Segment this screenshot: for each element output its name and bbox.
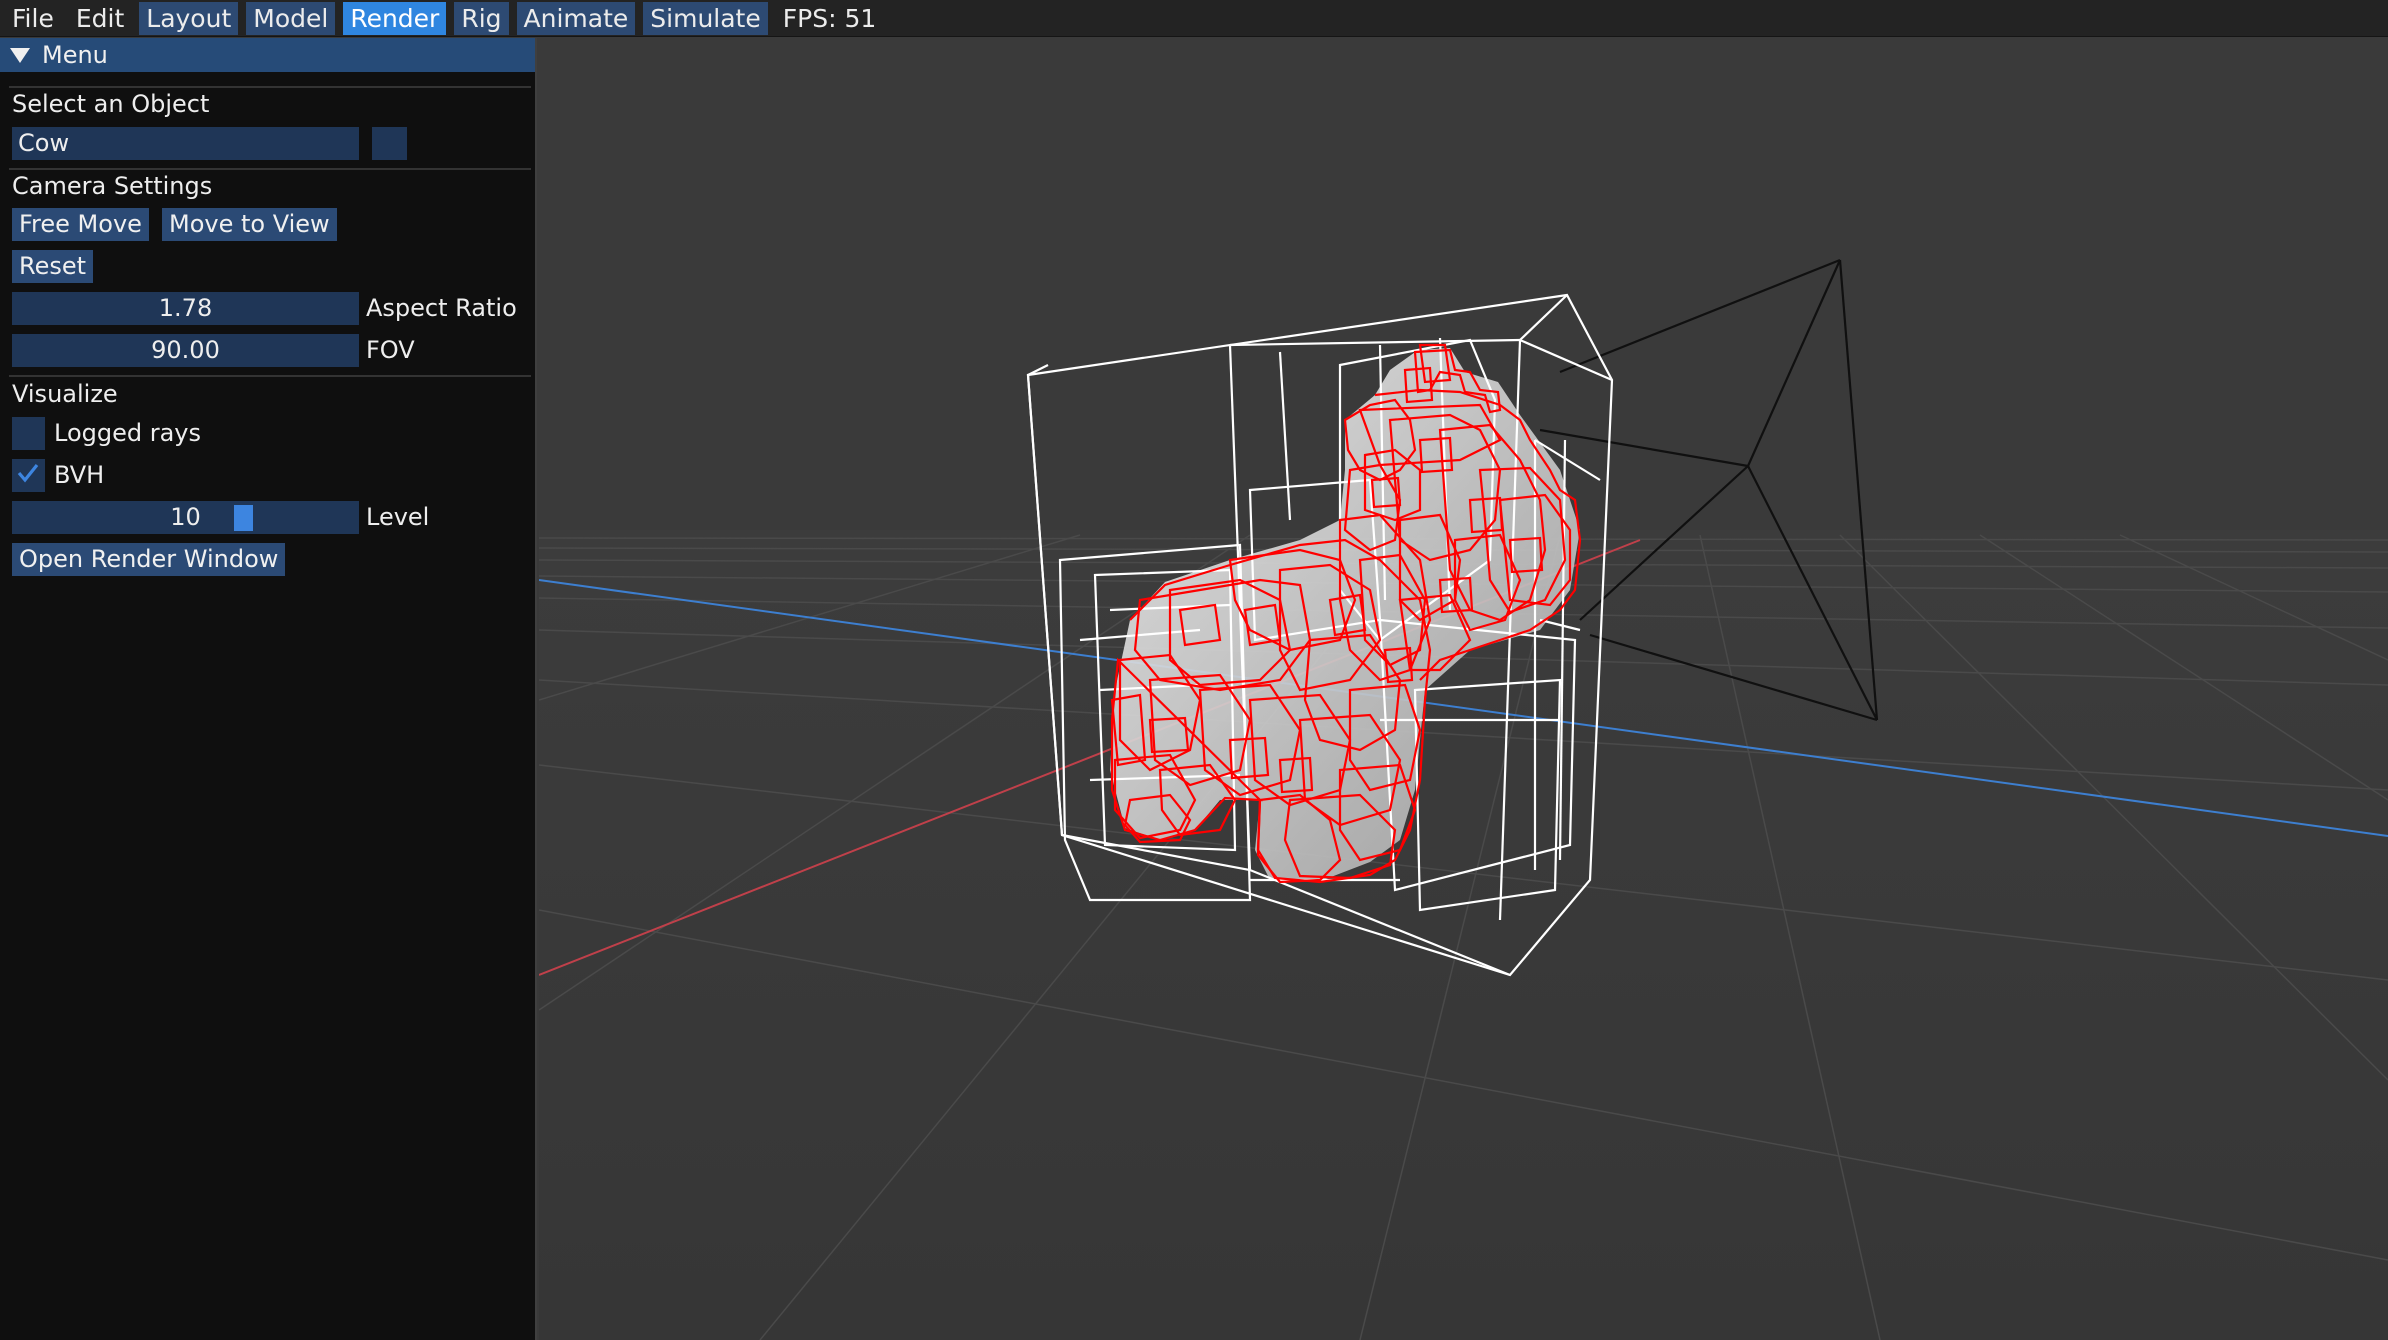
checkmark-icon xyxy=(17,464,39,483)
3d-viewport[interactable] xyxy=(539,38,2388,1340)
aspect-ratio-label: Aspect Ratio xyxy=(366,294,517,322)
mode-tab-animate[interactable]: Animate xyxy=(516,1,636,35)
bvh-checkbox[interactable] xyxy=(12,459,45,492)
bvh-level-slider[interactable]: 10 xyxy=(12,501,359,534)
mode-tab-simulate[interactable]: Simulate xyxy=(643,1,768,35)
divider xyxy=(9,168,531,170)
slider-grab-handle[interactable] xyxy=(233,505,253,531)
fps-counter: FPS: 51 xyxy=(782,3,877,33)
panel-title: Menu xyxy=(42,41,108,69)
mode-tab-layout[interactable]: Layout xyxy=(139,1,239,35)
object-select-dropdown-button[interactable] xyxy=(372,127,407,160)
free-move-button[interactable]: Free Move xyxy=(12,208,149,241)
mode-tab-render[interactable]: Render xyxy=(343,1,447,35)
bvh-level-value: 10 xyxy=(170,503,201,531)
side-panel: Menu Select an Object Cow Camera Setting… xyxy=(0,38,537,1340)
panel-header[interactable]: Menu xyxy=(0,38,535,72)
menu-bar: File Edit Layout Model Render Rig Animat… xyxy=(0,0,2388,37)
divider xyxy=(9,86,531,88)
logged-rays-label: Logged rays xyxy=(54,419,202,447)
mode-tab-rig[interactable]: Rig xyxy=(454,1,509,35)
select-object-label: Select an Object xyxy=(12,90,210,118)
fov-input[interactable]: 90.00 xyxy=(12,334,359,367)
visualize-heading: Visualize xyxy=(12,380,118,408)
menu-edit[interactable]: Edit xyxy=(69,2,131,35)
collapse-triangle-icon[interactable] xyxy=(10,47,30,63)
aspect-ratio-input[interactable]: 1.78 xyxy=(12,292,359,325)
fov-label: FOV xyxy=(366,336,415,364)
scene-canvas[interactable] xyxy=(539,38,2388,1340)
divider xyxy=(9,375,531,377)
menu-file[interactable]: File xyxy=(5,2,61,35)
mode-tab-model[interactable]: Model xyxy=(246,1,336,35)
reset-camera-button[interactable]: Reset xyxy=(12,250,94,283)
logged-rays-checkbox[interactable] xyxy=(12,417,45,450)
level-label: Level xyxy=(366,503,430,531)
open-render-window-button[interactable]: Open Render Window xyxy=(12,543,286,576)
object-select-field[interactable]: Cow xyxy=(12,127,359,160)
move-to-view-button[interactable]: Move to View xyxy=(162,208,337,241)
bvh-label: BVH xyxy=(54,461,105,489)
camera-settings-heading: Camera Settings xyxy=(12,172,213,200)
